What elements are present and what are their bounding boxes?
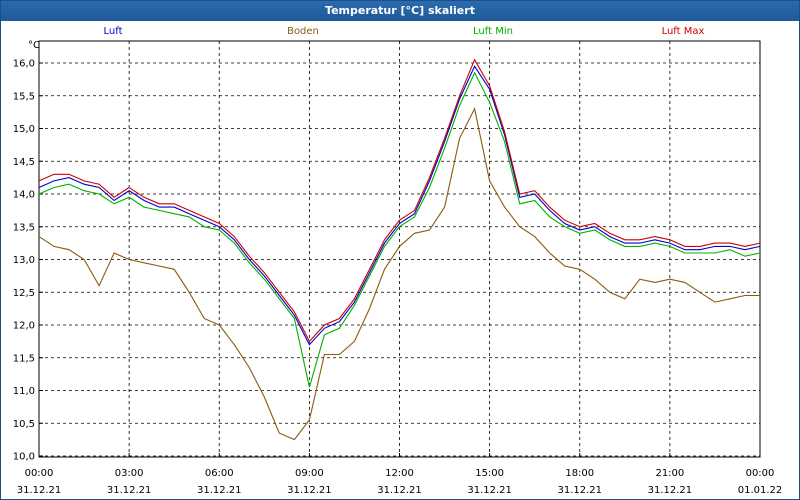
legend-entry: Luft Max xyxy=(662,26,705,37)
y-tick-label: 15,5 xyxy=(13,91,35,102)
x-tick-date-label: 31.12.21 xyxy=(377,485,422,496)
x-tick-time-label: 18:00 xyxy=(565,468,594,479)
y-tick-label: 11,0 xyxy=(13,386,35,397)
y-tick-label: 10,0 xyxy=(13,452,35,463)
x-tick-date-label: 01.01.22 xyxy=(738,485,783,496)
y-tick-label: 12,0 xyxy=(13,321,35,332)
x-axis: 00:00 31.12.21 03:00 31.12.21 06:00 31.12.21 0… xyxy=(17,453,783,496)
x-tick-time-label: 15:00 xyxy=(475,468,504,479)
y-axis-unit: °C xyxy=(28,40,40,51)
x-tick-time-label: 21:00 xyxy=(655,468,684,479)
legend-entry: Boden xyxy=(287,26,319,37)
y-axis: 10,0 10,5 11,0 11,5 12,0 12,5 13,0 13,5 14,0 14,5… xyxy=(13,59,43,463)
x-tick-date-label: 31.12.21 xyxy=(648,485,693,496)
y-tick-label: 13,5 xyxy=(13,222,35,233)
chart-area: 10,0 10,5 11,0 11,5 12,0 12,5 13,0 13,5 14,0 14,5… xyxy=(13,26,783,496)
legend: Luft Boden Luft Min Luft Max xyxy=(104,26,705,37)
x-tick-time-label: 00:00 xyxy=(746,468,775,479)
x-tick-date-label: 31.12.21 xyxy=(467,485,512,496)
x-tick-time-label: 12:00 xyxy=(385,468,414,479)
y-tick-label: 13,0 xyxy=(13,255,35,266)
x-tick-time-label: 00:00 xyxy=(25,468,54,479)
x-tick-date-label: 31.12.21 xyxy=(197,485,242,496)
y-tick-label: 15,0 xyxy=(13,124,35,135)
series-lines xyxy=(38,58,761,441)
y-tick-label: 11,5 xyxy=(13,353,35,364)
x-tick-date-label: 31.12.21 xyxy=(107,485,152,496)
x-tick-time-label: 09:00 xyxy=(295,468,324,479)
x-tick-time-label: 03:00 xyxy=(115,468,144,479)
x-tick-date-label: 31.12.21 xyxy=(557,485,602,496)
gridlines xyxy=(39,41,760,457)
y-tick-label: 12,5 xyxy=(13,288,35,299)
x-tick-date-label: 31.12.21 xyxy=(17,485,62,496)
legend-entry: Luft xyxy=(104,26,123,37)
y-tick-label: 10,5 xyxy=(13,419,35,430)
y-tick-label: 14,0 xyxy=(13,190,35,201)
x-tick-date-label: 31.12.21 xyxy=(287,485,332,496)
y-tick-label: 16,0 xyxy=(13,59,35,70)
legend-entry: Luft Min xyxy=(473,26,513,37)
y-tick-label: 14,5 xyxy=(13,157,35,168)
x-tick-time-label: 06:00 xyxy=(205,468,234,479)
